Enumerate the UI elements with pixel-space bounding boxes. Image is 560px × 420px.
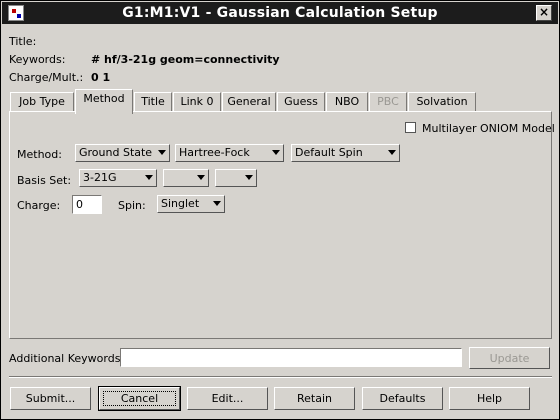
tab-job-type[interactable]: Job Type: [10, 92, 74, 112]
help-button-label: Help: [476, 392, 503, 405]
gaussian-setup-window: G1:M1:V1 - Gaussian Calculation Setup × …: [0, 0, 560, 420]
tab-method[interactable]: Method: [75, 89, 133, 114]
keywords-value: # hf/3-21g geom=connectivity: [91, 53, 280, 66]
window-title: G1:M1:V1 - Gaussian Calculation Setup: [122, 5, 438, 21]
basis-option-1-select[interactable]: [163, 169, 209, 187]
charge-mult-value: 0 1: [91, 71, 111, 84]
edit-button[interactable]: Edit...: [187, 387, 268, 410]
edit-button-label: Edit...: [211, 392, 244, 405]
method-label: Method:: [17, 148, 62, 161]
retain-button-label: Retain: [297, 392, 332, 405]
charge-label: Charge:: [17, 199, 61, 212]
spin-value: Singlet: [161, 197, 200, 210]
tab-general[interactable]: General: [222, 92, 276, 112]
defaults-button[interactable]: Defaults: [362, 387, 443, 410]
oniom-checkbox[interactable]: [405, 122, 416, 133]
basis-set-select[interactable]: 3-21G: [79, 169, 157, 187]
tab-guess[interactable]: Guess: [277, 92, 325, 112]
oniom-label: Multilayer ONIOM Model: [422, 122, 555, 135]
method-type-value: Ground State: [79, 146, 153, 159]
method-name-value: Hartree-Fock: [179, 146, 250, 159]
charge-mult-label: Charge/Mult.:: [9, 71, 84, 84]
separator: [9, 376, 552, 378]
spin-select[interactable]: Singlet: [157, 195, 225, 213]
basis-set-value: 3-21G: [83, 171, 117, 184]
title-label: Title:: [9, 35, 37, 48]
submit-button[interactable]: Submit...: [10, 387, 91, 410]
close-icon[interactable]: ×: [536, 5, 552, 21]
method-type-select[interactable]: Ground State: [75, 144, 170, 162]
chevron-down-icon: [158, 150, 166, 155]
tab-solvation[interactable]: Solvation: [408, 92, 476, 112]
defaults-button-label: Defaults: [379, 392, 426, 405]
chevron-down-icon: [213, 201, 221, 206]
chevron-down-icon: [245, 175, 253, 180]
submit-button-label: Submit...: [25, 392, 76, 405]
tab-nbo[interactable]: NBO: [326, 92, 368, 112]
method-name-select[interactable]: Hartree-Fock: [175, 144, 284, 162]
basis-option-2-select[interactable]: [215, 169, 257, 187]
cancel-button[interactable]: Cancel: [98, 386, 181, 411]
focus-ring: [103, 391, 176, 406]
tab-pbc: PBC: [369, 92, 407, 112]
tab-title[interactable]: Title: [134, 92, 172, 112]
tab-link-0[interactable]: Link 0: [173, 92, 221, 112]
chevron-down-icon: [197, 175, 205, 180]
chevron-down-icon: [272, 150, 280, 155]
spin-mode-select[interactable]: Default Spin: [291, 144, 400, 162]
spin-mode-value: Default Spin: [295, 146, 363, 159]
retain-button[interactable]: Retain: [274, 387, 355, 410]
help-button[interactable]: Help: [449, 387, 530, 410]
additional-keywords-label: Additional Keywords:: [9, 352, 125, 365]
chevron-down-icon: [145, 175, 153, 180]
spin-label: Spin:: [118, 199, 146, 212]
keywords-label: Keywords:: [9, 53, 66, 66]
chevron-down-icon: [388, 150, 396, 155]
title-bar[interactable]: G1:M1:V1 - Gaussian Calculation Setup ×: [2, 2, 558, 24]
additional-keywords-input[interactable]: [120, 348, 462, 367]
update-button: Update: [469, 347, 550, 369]
charge-field[interactable]: 0: [72, 195, 102, 214]
basis-set-label: Basis Set:: [17, 174, 72, 187]
